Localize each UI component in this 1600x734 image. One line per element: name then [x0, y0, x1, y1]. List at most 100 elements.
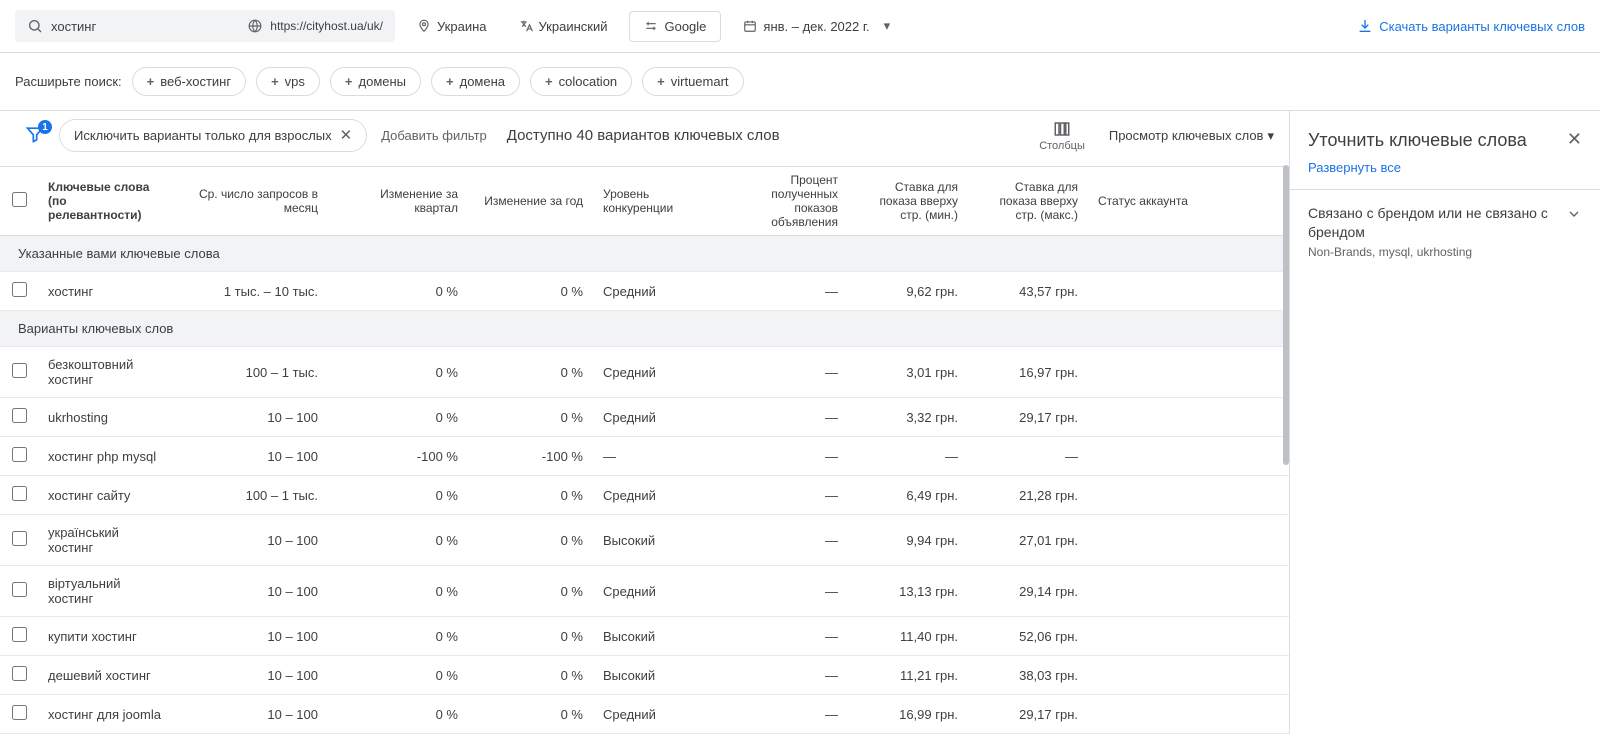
expand-pill[interactable]: +colocation: [530, 67, 632, 96]
cell-bidmax: 52,06 грн.: [968, 617, 1088, 656]
search-input-wrap[interactable]: хостинг https://cityhost.ua/uk/: [15, 10, 395, 42]
cell-impressions: —: [723, 347, 848, 398]
cell-bidmin: 6,49 грн.: [848, 476, 968, 515]
cell-bidmin: 3,32 грн.: [848, 398, 968, 437]
cell-keyword[interactable]: хостинг: [38, 272, 173, 311]
row-checkbox[interactable]: [12, 531, 27, 546]
pill-label: vps: [285, 74, 305, 89]
available-count-text: Доступно 40 вариантов ключевых слов: [507, 127, 780, 144]
row-checkbox[interactable]: [12, 363, 27, 378]
row-checkbox[interactable]: [12, 447, 27, 462]
cell-status: [1088, 272, 1289, 311]
row-checkbox[interactable]: [12, 582, 27, 597]
cell-impressions: —: [723, 476, 848, 515]
refine-title: Уточнить ключевые слова: [1308, 129, 1527, 152]
cell-impressions: —: [723, 515, 848, 566]
cell-avg: 10 – 100: [173, 695, 328, 734]
table-row: український хостинг10 – 1000 %0 %Высокий…: [0, 515, 1289, 566]
cell-bidmax: 27,01 грн.: [968, 515, 1088, 566]
col-ychange[interactable]: Изменение за год: [468, 167, 593, 236]
cell-keyword[interactable]: хостинг php mysql: [38, 437, 173, 476]
col-competition[interactable]: Уровень конкуренции: [593, 167, 723, 236]
expand-pill[interactable]: + vps: [256, 67, 320, 96]
cell-keyword[interactable]: український хостинг: [38, 515, 173, 566]
select-all-checkbox[interactable]: [12, 192, 27, 207]
close-panel-button[interactable]: ✕: [1567, 129, 1582, 150]
expand-pill[interactable]: +домены: [330, 67, 421, 96]
cell-bidmin: 9,94 грн.: [848, 515, 968, 566]
add-filter-button[interactable]: Добавить фильтр: [381, 128, 487, 143]
row-checkbox[interactable]: [12, 486, 27, 501]
expand-pill[interactable]: +virtuemart: [642, 67, 743, 96]
expand-pill[interactable]: + домена: [431, 67, 520, 96]
cell-competition: Средний: [593, 476, 723, 515]
active-filter-chip[interactable]: Исключить варианты только для взрослых ✕: [59, 119, 367, 152]
pill-label: веб-хостинг: [160, 74, 231, 89]
network-chip[interactable]: Google: [629, 11, 721, 42]
cell-keyword[interactable]: віртуальний хостинг: [38, 566, 173, 617]
row-checkbox[interactable]: [12, 627, 27, 642]
filter-chip-label: Исключить варианты только для взрослых: [74, 128, 332, 143]
cell-bidmax: —: [968, 437, 1088, 476]
plus-icon: +: [147, 74, 155, 89]
cell-ychange: 0 %: [468, 566, 593, 617]
plus-icon: +: [446, 74, 454, 89]
view-dropdown[interactable]: Просмотр ключевых слов ▾: [1109, 128, 1274, 144]
cell-keyword[interactable]: хостинг сайту: [38, 476, 173, 515]
columns-button[interactable]: Столбцы: [1039, 120, 1085, 152]
cell-status: [1088, 656, 1289, 695]
cell-competition: Средний: [593, 272, 723, 311]
cell-keyword[interactable]: хостинг для joomla: [38, 695, 173, 734]
network-icon: [644, 19, 658, 33]
cell-bidmax: 29,17 грн.: [968, 398, 1088, 437]
cell-competition: Средний: [593, 347, 723, 398]
col-qchange[interactable]: Изменение за квартал: [328, 167, 468, 236]
expand-all-link[interactable]: Развернуть все: [1290, 156, 1600, 189]
plus-icon: +: [271, 74, 279, 89]
col-bidmax[interactable]: Ставка для показа вверху стр. (макс.): [968, 167, 1088, 236]
toolbar-row: 1 Исключить варианты только для взрослых…: [0, 111, 1289, 166]
cell-competition: Средний: [593, 695, 723, 734]
cell-keyword[interactable]: безкоштовний хостинг: [38, 347, 173, 398]
scrollbar[interactable]: [1283, 165, 1289, 465]
cell-keyword[interactable]: купити хостинг: [38, 617, 173, 656]
col-keyword[interactable]: Ключевые слова (по релевантности): [38, 167, 173, 236]
location-label: Украина: [437, 19, 487, 34]
col-avg[interactable]: Ср. число запросов в месяц: [173, 167, 328, 236]
row-checkbox[interactable]: [12, 666, 27, 681]
cell-avg: 10 – 100: [173, 398, 328, 437]
cell-impressions: —: [723, 272, 848, 311]
cell-keyword[interactable]: ukrhosting: [38, 398, 173, 437]
download-button[interactable]: Скачать варианты ключевых слов: [1357, 18, 1585, 34]
col-bidmin[interactable]: Ставка для показа вверху стр. (мин.): [848, 167, 968, 236]
cell-bidmin: 9,62 грн.: [848, 272, 968, 311]
cell-status: [1088, 566, 1289, 617]
language-chip[interactable]: Украинский: [509, 11, 618, 42]
pill-label: домена: [460, 74, 505, 89]
site-url: https://cityhost.ua/uk/: [270, 19, 383, 33]
cell-impressions: —: [723, 617, 848, 656]
close-icon[interactable]: ✕: [340, 128, 353, 143]
view-label: Просмотр ключевых слов: [1109, 128, 1264, 143]
search-icon: [27, 18, 43, 34]
table-row: дешевий хостинг10 – 1000 %0 %Высокий—11,…: [0, 656, 1289, 695]
network-label: Google: [664, 19, 706, 34]
table-row: хостинг php mysql10 – 100-100 %-100 %———…: [0, 437, 1289, 476]
cell-keyword[interactable]: дешевий хостинг: [38, 656, 173, 695]
expand-pill[interactable]: + веб-хостинг: [132, 67, 246, 96]
cell-bidmax: 29,17 грн.: [968, 695, 1088, 734]
table-row: хостинг для joomla10 – 1000 %0 %Средний—…: [0, 695, 1289, 734]
cell-ychange: 0 %: [468, 515, 593, 566]
row-checkbox[interactable]: [12, 282, 27, 297]
refine-section[interactable]: Связано с брендом или не связано с бренд…: [1290, 189, 1600, 272]
date-range-chip[interactable]: янв. – дек. 2022 г. ▾: [733, 10, 900, 42]
col-impressions[interactable]: Процент полученных показов объявления: [723, 167, 848, 236]
col-status[interactable]: Статус аккаунта: [1088, 167, 1289, 236]
cell-ychange: 0 %: [468, 476, 593, 515]
row-checkbox[interactable]: [12, 408, 27, 423]
filter-funnel-button[interactable]: 1: [25, 124, 45, 147]
cell-competition: Высокий: [593, 515, 723, 566]
location-chip[interactable]: Украина: [407, 11, 497, 42]
row-checkbox[interactable]: [12, 705, 27, 720]
cell-avg: 100 – 1 тыс.: [173, 476, 328, 515]
